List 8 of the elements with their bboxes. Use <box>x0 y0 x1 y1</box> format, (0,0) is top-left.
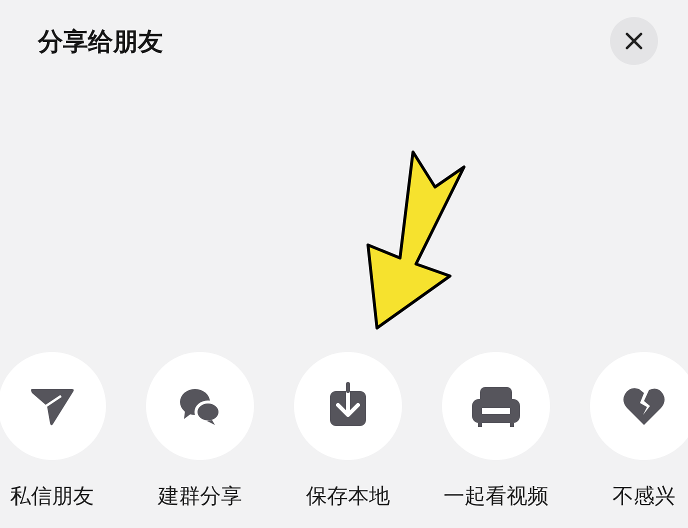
close-icon <box>625 32 643 50</box>
action-label: 私信朋友 <box>10 483 94 510</box>
action-label: 一起看视频 <box>444 483 548 510</box>
sheet-title: 分享给朋友 <box>38 26 163 58</box>
action-label: 不感兴 <box>612 483 676 510</box>
action-label: 建群分享 <box>158 483 242 510</box>
close-button[interactable] <box>610 17 658 65</box>
action-label: 保存本地 <box>306 483 390 510</box>
